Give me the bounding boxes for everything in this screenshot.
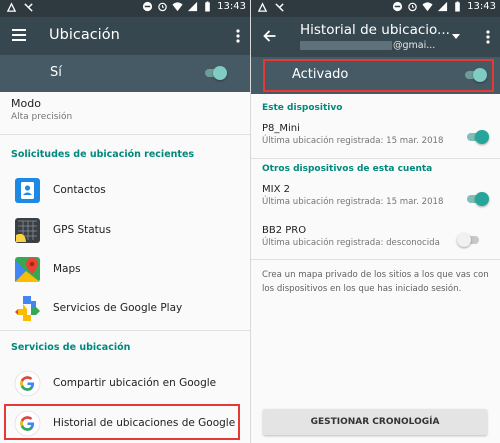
signal-icon <box>188 1 198 12</box>
wifi-icon <box>422 2 433 12</box>
notification-icon <box>257 2 268 12</box>
notification-icon <box>24 3 33 12</box>
highlight-box <box>4 404 240 440</box>
recent-requests-header: Solicitudes de ubicación recientes <box>11 149 195 160</box>
menu-icon[interactable] <box>12 29 26 41</box>
back-arrow-icon[interactable] <box>263 30 276 42</box>
app-label: Maps <box>53 263 81 275</box>
recent-app-google-play-services[interactable]: Servicios de Google Play <box>0 289 250 328</box>
contacts-icon <box>15 178 40 203</box>
do-not-disturb-icon <box>393 1 403 12</box>
device-row-mix-2[interactable]: MIX 2 Última ubicación registrada: 15 ma… <box>251 184 500 207</box>
recent-app-gps-status[interactable]: GPS Status <box>0 211 250 250</box>
master-switch-label: Sí <box>50 65 62 80</box>
location-settings-screen: 13:43 Ubicación Sí Modo Alta precisión S… <box>0 0 250 443</box>
app-label: GPS Status <box>53 224 111 236</box>
notification-icon <box>6 2 17 12</box>
battery-icon <box>455 1 460 12</box>
app-label: Servicios de Google Play <box>53 302 183 314</box>
alarm-icon <box>158 2 167 12</box>
device-row-bb2-pro[interactable]: BB2 PRO Última ubicación registrada: des… <box>251 225 500 248</box>
more-options-icon[interactable] <box>486 30 490 44</box>
mode-title: Modo <box>11 97 41 110</box>
alarm-icon <box>408 2 417 12</box>
divider <box>0 134 250 135</box>
device-toggle[interactable] <box>457 233 481 247</box>
service-label: Compartir ubicación en Google <box>53 377 217 389</box>
location-services-header: Servicios de ubicación <box>11 342 131 353</box>
device-row-p8-mini[interactable]: P8_Mini Última ubicación registrada: 15 … <box>251 123 500 146</box>
app-label: Contactos <box>53 184 106 196</box>
app-bar: Ubicación <box>0 17 250 55</box>
do-not-disturb-icon <box>143 1 153 12</box>
wifi-icon <box>172 2 183 12</box>
manage-timeline-button[interactable]: GESTIONAR CRONOLOGÍA <box>263 409 487 435</box>
app-bar: Historial de ubicacio... @gmai... <box>251 17 500 57</box>
recent-app-maps[interactable]: Maps <box>0 250 250 289</box>
maps-icon <box>15 257 40 282</box>
google-play-services-icon <box>15 296 40 321</box>
signal-icon <box>438 1 448 12</box>
account-dropdown-icon[interactable] <box>452 34 460 39</box>
more-options-icon[interactable] <box>236 29 240 43</box>
recent-app-contacts[interactable]: Contactos <box>0 171 250 210</box>
gps-status-icon <box>15 218 40 243</box>
google-g-icon <box>14 370 41 397</box>
divider <box>0 330 250 331</box>
mode-value: Alta precisión <box>11 112 73 122</box>
page-title: Ubicación <box>49 27 120 43</box>
battery-icon <box>205 1 210 12</box>
device-toggle[interactable] <box>465 130 489 144</box>
device-toggle[interactable] <box>465 192 489 206</box>
status-time: 13:43 <box>217 1 246 12</box>
service-share-location[interactable]: Compartir ubicación en Google <box>0 364 250 403</box>
other-devices-header: Otros dispositivos de esta cuenta <box>262 164 433 174</box>
notification-icon <box>275 3 284 12</box>
location-toggle[interactable] <box>203 66 227 80</box>
account-email-redacted <box>300 41 392 50</box>
status-time: 13:43 <box>467 1 496 12</box>
location-master-switch-bar[interactable]: Sí <box>0 55 250 92</box>
page-title: Historial de ubicacio... <box>300 22 450 38</box>
divider <box>251 158 500 159</box>
divider <box>251 259 500 260</box>
status-bar: 13:43 <box>0 0 250 17</box>
status-bar: 13:43 <box>251 0 500 17</box>
highlight-box <box>263 59 494 92</box>
mode-preference[interactable]: Modo Alta precisión <box>0 97 250 122</box>
location-history-description: Crea un mapa privado de los sitios a los… <box>262 270 489 294</box>
this-device-header: Este dispositivo <box>262 103 343 113</box>
account-email: @gmai... <box>393 40 436 51</box>
location-history-screen: 13:43 Historial de ubicacio... @gmai... … <box>251 0 500 443</box>
